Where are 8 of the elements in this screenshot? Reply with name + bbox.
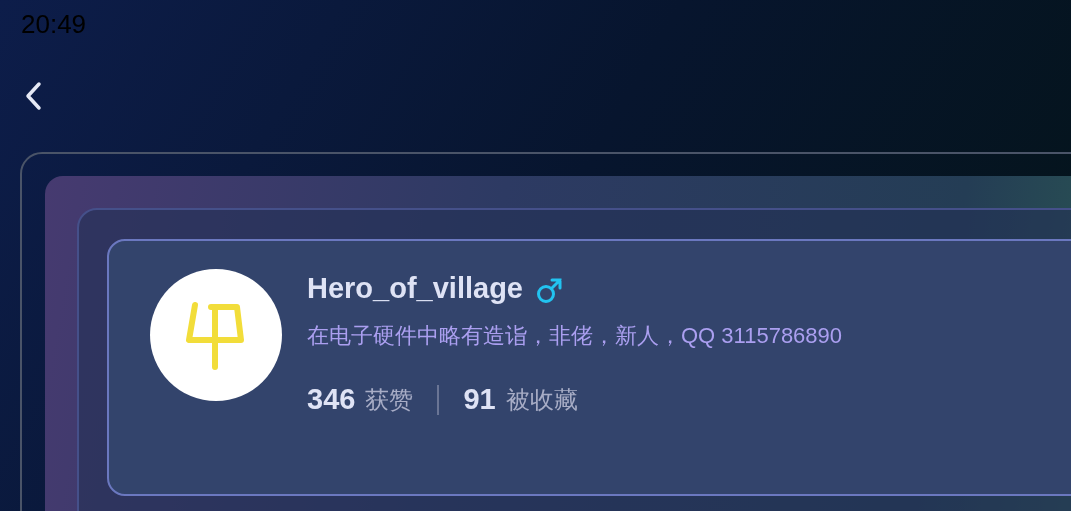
male-icon bbox=[535, 277, 563, 305]
username: Hero_of_village bbox=[307, 271, 523, 307]
stat-label: 获赞 bbox=[365, 384, 414, 415]
stat-value: 91 bbox=[463, 382, 496, 417]
stat-value: 346 bbox=[307, 382, 356, 417]
stat-label: 被收藏 bbox=[505, 384, 578, 415]
status-time: 20:49 bbox=[21, 9, 87, 39]
bio-text: 在电子硬件中略有造诣，非佬，新人，QQ 3115786890 bbox=[307, 322, 843, 350]
